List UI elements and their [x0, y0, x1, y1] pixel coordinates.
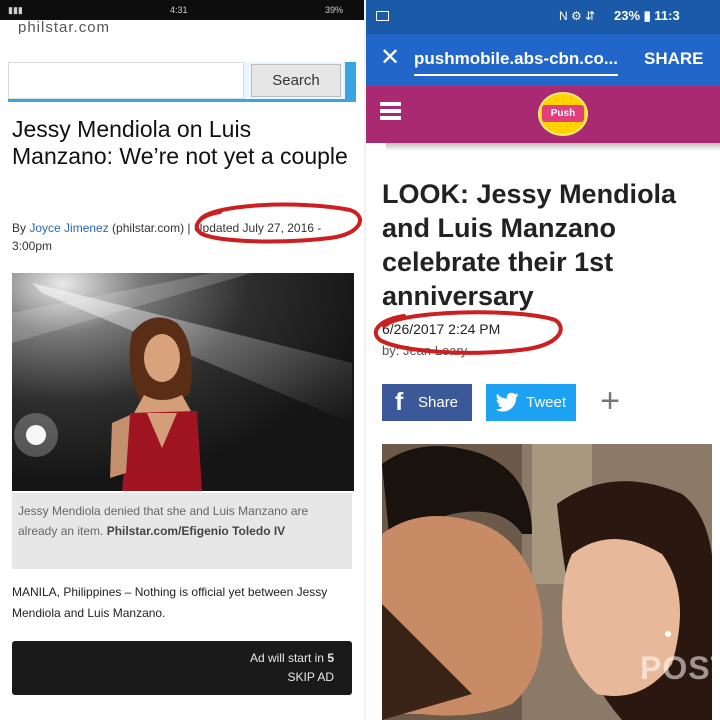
search-button[interactable]: Search	[251, 64, 341, 97]
twitter-bird-icon	[496, 392, 519, 412]
signal-icon: ▮▮▮	[8, 5, 23, 15]
skip-ad-button[interactable]: SKIP AD	[288, 670, 334, 684]
facebook-share-button[interactable]: f Share	[382, 384, 472, 421]
share-button[interactable]: SHARE	[644, 49, 704, 69]
caption-credit: Philstar.com/Efigenio Toledo IV	[106, 524, 286, 538]
custom-tab-bar: ✕ pushmobile.abs-cbn.co... SHARE	[366, 34, 720, 86]
more-share-button[interactable]: +	[592, 384, 628, 421]
ad-countdown-number: 5	[327, 651, 334, 665]
search-input[interactable]	[8, 62, 244, 99]
annotation-circle-left	[194, 202, 362, 244]
url-text[interactable]: pushmobile.abs-cbn.co...	[414, 49, 618, 69]
hamburger-menu-icon[interactable]	[380, 102, 401, 123]
photo-watermark: POST	[640, 650, 712, 686]
caption-text: Jessy Mendiola denied that she and Luis …	[18, 501, 348, 541]
facebook-icon: f	[395, 388, 404, 416]
annotation-circle-right	[373, 310, 563, 355]
right-article-photo: POST	[382, 444, 712, 720]
ad-countdown: Ad will start in 5 SKIP AD	[250, 649, 334, 687]
byline-prefix: By	[12, 221, 30, 235]
left-status-battery: 39%	[325, 5, 344, 15]
left-site-url: philstar.com	[18, 19, 111, 34]
url-underline	[414, 74, 618, 76]
right-article-title: LOOK: Jessy Mendiola and Luis Manzano ce…	[382, 179, 677, 311]
nav-shadow	[386, 143, 720, 151]
battery-time: 23% ▮ 11:3	[614, 8, 680, 23]
right-phone-screenshot: N ⚙ ⇵ 23% ▮ 11:3 ✕ pushmobile.abs-cbn.co…	[366, 0, 720, 720]
left-phone-screenshot: ▮▮▮ 4:31 39% philstar.com Search Jessy M…	[0, 0, 366, 720]
push-logo[interactable]: Push	[538, 92, 588, 136]
close-icon[interactable]: ✕	[380, 46, 400, 70]
left-status-time: 4:31	[170, 5, 188, 15]
left-article-title: Jessy Mendiola on Luis Manzano: We’re no…	[12, 116, 348, 169]
byline-author-link[interactable]: Joyce Jimenez	[29, 221, 108, 235]
left-search-bar: Search	[8, 62, 356, 102]
site-nav-bar: Push	[366, 86, 720, 143]
facebook-share-label: Share	[418, 394, 459, 411]
right-status-bar: N ⚙ ⇵ 23% ▮ 11:3	[366, 0, 720, 34]
twitter-tweet-button[interactable]: Tweet	[486, 384, 576, 421]
message-icon	[376, 11, 389, 21]
left-article-body: MANILA, Philippines – Nothing is officia…	[12, 585, 328, 620]
ad-countdown-label: Ad will start in	[249, 651, 328, 665]
status-icons: N ⚙ ⇵	[559, 9, 596, 23]
left-status-bar: ▮▮▮ 4:31 39%	[0, 0, 366, 20]
left-photo-caption: Jessy Mendiola denied that she and Luis …	[12, 493, 352, 569]
search-bar-accent	[345, 62, 356, 99]
video-ad[interactable]: Ad will start in 5 SKIP AD	[12, 641, 352, 695]
left-article-photo	[12, 273, 354, 491]
tweet-label: Tweet	[526, 394, 567, 411]
push-logo-text: Push	[542, 105, 584, 122]
